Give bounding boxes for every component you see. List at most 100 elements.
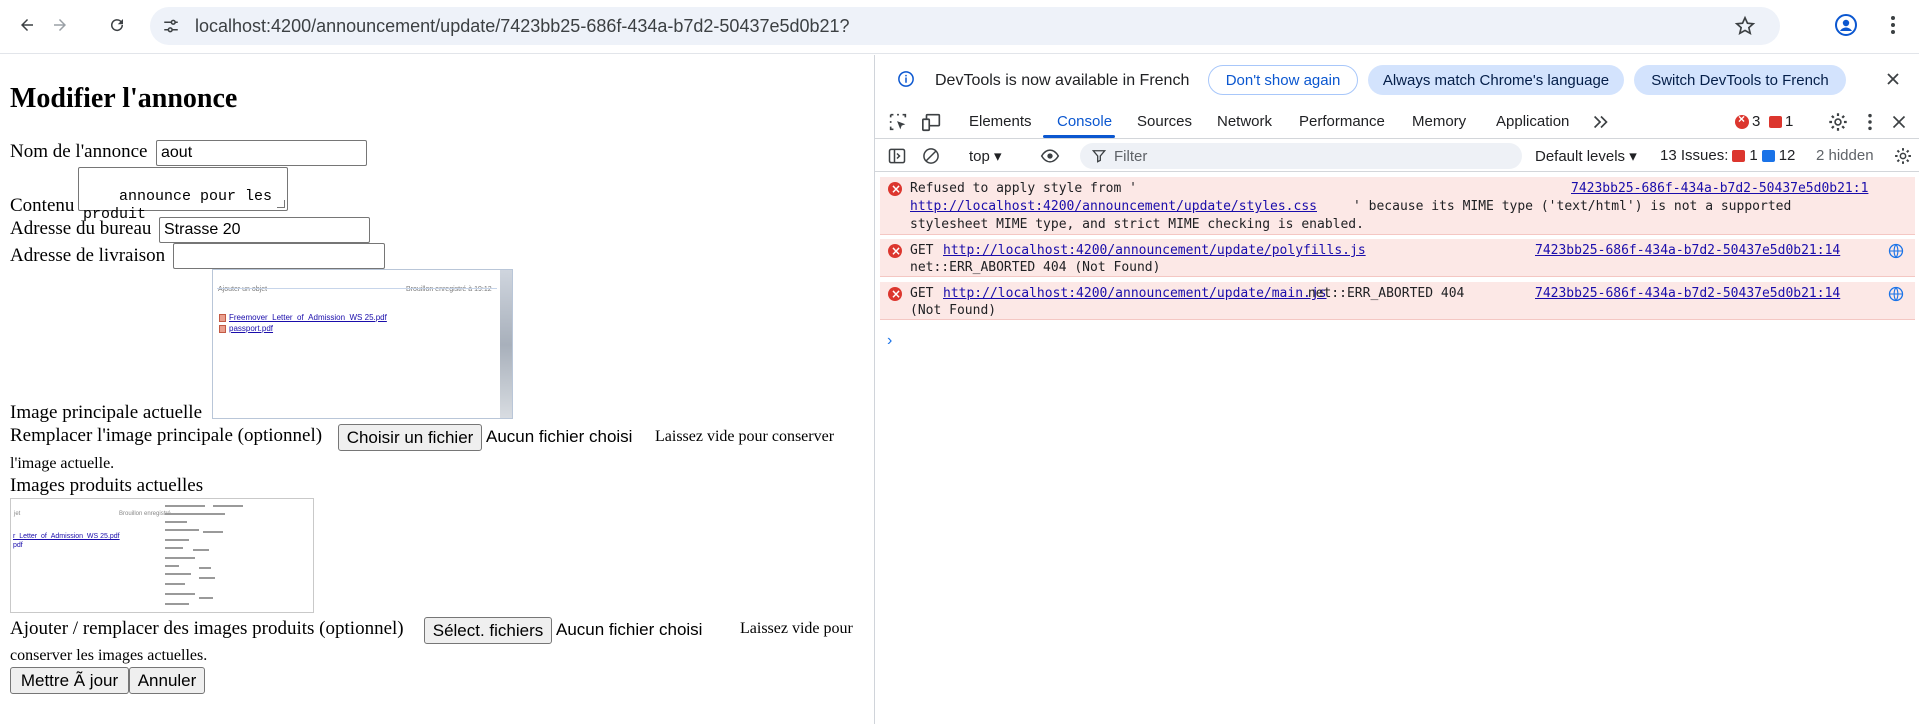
resize-grip-icon[interactable]: [277, 200, 285, 208]
console-toolbar: top ▾ Filter Default levels ▾ 13 Issues:…: [875, 140, 1919, 172]
content-textarea[interactable]: announce pour les produit: [78, 167, 288, 223]
inspect-element-icon[interactable]: [887, 111, 909, 133]
product-images-label: Images produits actuelles: [10, 475, 204, 496]
pdf-file-icon: [219, 314, 226, 322]
network-request-icon[interactable]: [1888, 243, 1904, 259]
thumb-divider: [217, 288, 497, 289]
kebab-menu-icon[interactable]: [1859, 111, 1881, 133]
arrow-right-icon: [54, 19, 66, 31]
error-icon: [888, 285, 902, 303]
site-info-icon[interactable]: [162, 17, 180, 35]
console-prompt[interactable]: ›: [887, 332, 892, 350]
filter-icon: [1092, 150, 1106, 163]
add-products-label: Ajouter / remplacer des images produits …: [10, 618, 404, 639]
resource-link[interactable]: http://localhost:4200/announcement/updat…: [943, 285, 1327, 303]
switch-to-french-button[interactable]: Switch DevTools to French: [1634, 65, 1846, 95]
tab-sources[interactable]: Sources: [1137, 113, 1192, 130]
message-text: net::ERR_ABORTED 404 (Not Found): [910, 260, 1161, 275]
active-tab-indicator: [1043, 135, 1115, 138]
add-products-hint-1: Laissez vide pour: [740, 620, 853, 637]
filter-input[interactable]: Filter: [1080, 143, 1522, 169]
device-toolbar-icon[interactable]: [921, 111, 943, 133]
select-files-button[interactable]: Sélect. fichiers: [424, 617, 552, 644]
replace-main-label: Remplacer l'image principale (optionnel): [10, 425, 323, 446]
resource-link[interactable]: http://localhost:4200/announcement/updat…: [943, 242, 1366, 260]
name-input[interactable]: aout: [156, 140, 367, 166]
error-count: 3: [1752, 113, 1761, 130]
submit-button[interactable]: Mettre Ã jour: [10, 667, 129, 694]
dont-show-again-button[interactable]: Don't show again: [1208, 65, 1358, 95]
always-match-language-button[interactable]: Always match Chrome's language: [1368, 65, 1624, 95]
product-images-thumbnail: jet Brouillon enregistré r_Letter_of_Adm…: [10, 498, 314, 613]
url-text[interactable]: localhost:4200/announcement/update/7423b…: [195, 16, 850, 37]
issue-flag-icon: [1769, 115, 1782, 128]
delivery-label: Adresse de livraison: [10, 245, 166, 266]
tab-network[interactable]: Network: [1217, 113, 1272, 130]
delivery-input[interactable]: [173, 243, 385, 269]
cancel-button[interactable]: Annuler: [129, 667, 205, 694]
console-settings-gear-icon[interactable]: [1893, 146, 1913, 166]
issue-error-icon: [1732, 149, 1746, 162]
live-expression-eye-icon[interactable]: [1040, 146, 1060, 166]
console-error-message[interactable]: GET http://localhost:4200/announcement/u…: [880, 282, 1915, 320]
source-link[interactable]: 7423bb25-686f-434a-b7d2-50437e5d0b21:14: [1535, 285, 1840, 303]
issues-label: 13 Issues:: [1660, 147, 1729, 164]
clear-console-icon[interactable]: [921, 146, 941, 166]
message-text: stylesheet MIME type, and strict MIME ch…: [910, 217, 1364, 232]
resource-link[interactable]: http://localhost:4200/announcement/updat…: [910, 198, 1317, 216]
reload-icon: [111, 19, 124, 32]
context-selector[interactable]: top ▾: [969, 147, 1002, 165]
back-button[interactable]: [14, 12, 40, 38]
console-error-message[interactable]: GET http://localhost:4200/announcement/u…: [880, 239, 1915, 277]
main-image-label: Image principale actuelle: [10, 402, 203, 423]
issues-counter[interactable]: 13 Issues: 1 12: [1660, 147, 1795, 164]
tab-memory[interactable]: Memory: [1412, 113, 1466, 130]
name-label: Nom de l'annonce: [10, 141, 148, 162]
network-request-icon[interactable]: [1888, 286, 1904, 302]
message-text: (Not Found): [910, 303, 997, 318]
tab-application[interactable]: Application: [1496, 113, 1569, 130]
close-icon[interactable]: [1885, 71, 1901, 87]
context-label: top: [969, 148, 990, 165]
console-error-message[interactable]: Refused to apply style from ' 7423bb25-6…: [880, 177, 1915, 235]
log-levels-dropdown[interactable]: Default levels ▾: [1535, 147, 1637, 165]
reload-button[interactable]: [104, 12, 130, 38]
request-method: GET: [910, 286, 934, 301]
address-bar[interactable]: localhost:4200/announcement/update/7423b…: [150, 7, 1780, 45]
office-input[interactable]: Strasse 20: [159, 217, 370, 243]
thumb-link-1: r_Letter_of_Admission_WS 25.pdf: [13, 533, 120, 540]
request-method: GET: [910, 243, 934, 258]
thumb-link-2: pdf: [13, 542, 23, 549]
filter-placeholder: Filter: [1114, 148, 1148, 165]
choose-file-button[interactable]: Choisir un fichier: [338, 424, 482, 451]
thumb-file-2: passport.pdf: [229, 324, 274, 333]
kebab-menu-icon[interactable]: [1881, 13, 1905, 37]
error-icon: [888, 180, 902, 198]
source-link[interactable]: 7423bb25-686f-434a-b7d2-50437e5d0b21:1: [1571, 180, 1868, 198]
issue-info-icon: [1761, 149, 1775, 162]
language-infobar: DevTools is now available in French Don'…: [875, 55, 1919, 105]
issues-errors: 1: [1749, 147, 1758, 164]
page-title: Modifier l'annonce: [10, 83, 238, 114]
bookmark-star-icon[interactable]: [1734, 15, 1756, 37]
forward-button[interactable]: [47, 12, 73, 38]
tab-elements[interactable]: Elements: [969, 113, 1032, 130]
settings-gear-icon[interactable]: [1827, 111, 1849, 133]
page-content: Modifier l'annonce Nom de l'annonce aout…: [0, 55, 874, 724]
sidebar-toggle-icon[interactable]: [887, 146, 907, 166]
tab-console[interactable]: Console: [1057, 113, 1112, 130]
hidden-count: 2 hidden: [1816, 147, 1874, 164]
source-link[interactable]: 7423bb25-686f-434a-b7d2-50437e5d0b21:14: [1535, 242, 1840, 260]
tab-performance[interactable]: Performance: [1299, 113, 1385, 130]
thumb-edge: [500, 270, 512, 418]
infobar-message: DevTools is now available in French: [935, 72, 1190, 89]
profile-icon[interactable]: [1834, 13, 1858, 37]
warning-count-badge[interactable]: 1: [1769, 113, 1793, 130]
replace-main-hint-2: l'image actuelle.: [10, 455, 115, 472]
error-count-badge[interactable]: 3: [1735, 112, 1761, 130]
close-devtools-icon[interactable]: [1888, 111, 1910, 133]
issues-info: 12: [1778, 147, 1796, 164]
message-text: Refused to apply style from ': [910, 181, 1137, 196]
more-tabs-chevron-icon[interactable]: [1590, 111, 1612, 133]
error-icon: [888, 242, 902, 260]
